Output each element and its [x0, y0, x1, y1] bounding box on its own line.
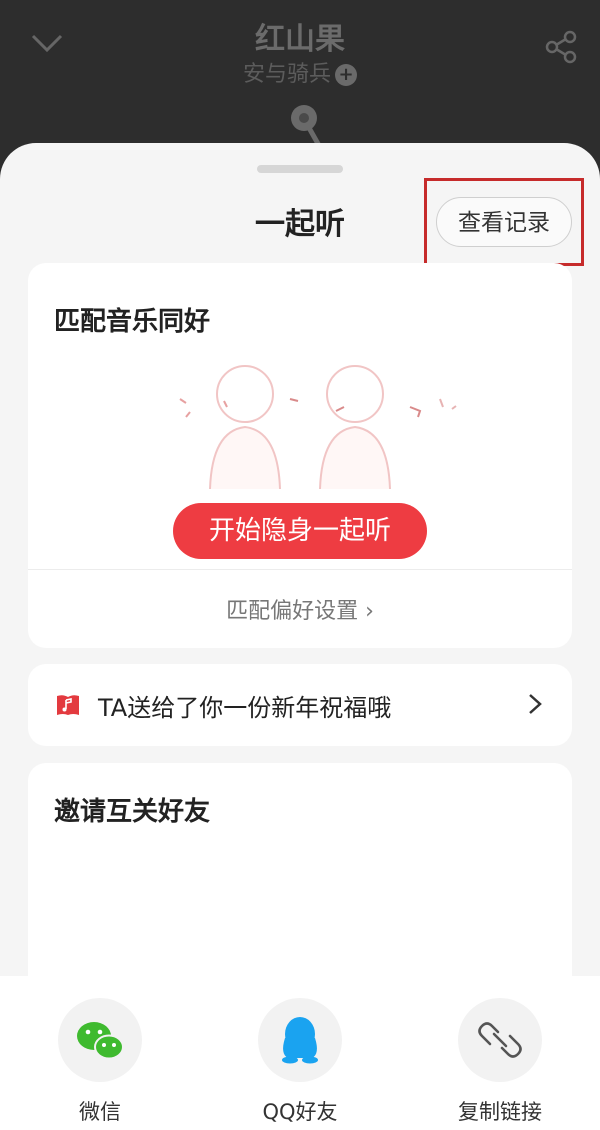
- share-wechat-button[interactable]: 微信: [35, 976, 165, 1126]
- chevron-right-icon: [529, 694, 542, 714]
- two-listeners-illustration: [179, 365, 457, 489]
- share-wechat-label: 微信: [79, 1100, 121, 1124]
- view-history-button[interactable]: 查看记录: [436, 197, 572, 247]
- wechat-icon: [58, 998, 142, 1082]
- qq-icon: [258, 998, 342, 1082]
- gift-banner[interactable]: TA送给了你一份新年祝福哦: [28, 664, 572, 746]
- link-icon: [458, 998, 542, 1082]
- share-qq-button[interactable]: QQ好友: [235, 976, 365, 1126]
- artist-name[interactable]: 安与骑兵: [243, 62, 331, 87]
- share-qq-label: QQ好友: [262, 1100, 338, 1124]
- copy-link-button[interactable]: 复制链接: [435, 976, 565, 1126]
- follow-plus-icon[interactable]: +: [335, 64, 357, 86]
- music-book-icon: [57, 695, 79, 715]
- song-title: 红山果: [255, 22, 345, 57]
- share-bar: 微信 QQ好友 复制链接: [0, 976, 600, 1130]
- start-incognito-listen-button[interactable]: 开始隐身一起听: [173, 503, 427, 559]
- sheet-drag-handle[interactable]: [257, 165, 343, 173]
- gift-banner-text: TA送给了你一份新年祝福哦: [98, 694, 392, 722]
- copy-link-label: 复制链接: [458, 1100, 542, 1124]
- share-icon[interactable]: [544, 30, 578, 64]
- match-card: 匹配音乐同好 开始隐身一起听 匹配偏好设置 ›: [28, 263, 572, 648]
- invite-card-heading: 邀请互关好友: [54, 797, 211, 827]
- artist-row: 安与骑兵 +: [0, 56, 600, 88]
- match-card-heading: 匹配音乐同好: [54, 307, 211, 337]
- divider: [28, 569, 572, 570]
- match-preference-link[interactable]: 匹配偏好设置 ›: [28, 593, 572, 625]
